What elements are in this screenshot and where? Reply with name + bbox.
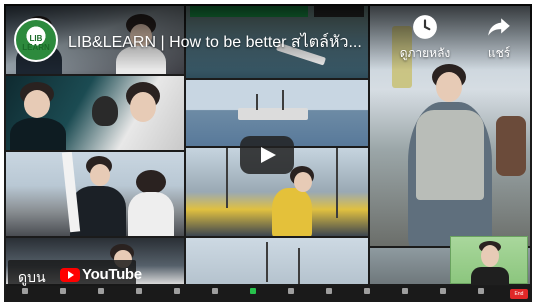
share-icon [488,18,510,36]
emoji-icon [402,288,408,294]
toolbar-item-support[interactable] [350,288,384,294]
video-title[interactable]: LIB&LEARN | How to be better สไตล์หัว... [68,30,388,55]
toolbar-item-video[interactable] [46,288,80,294]
chat-icon [212,288,218,294]
channel-avatar[interactable]: LIB LEARN [14,18,58,62]
play-button[interactable] [240,136,294,174]
video-player[interactable]: LIB LEARN LIB&LEARN | How to be better ส… [4,4,532,302]
toolbar-item-breakout-rooms[interactable] [312,288,346,294]
toolbar-item-more[interactable] [464,288,498,294]
video-tile [6,152,184,236]
youtube-wordmark: YouTube [82,266,142,283]
youtube-logo-icon [60,268,80,282]
poll-icon [174,288,180,294]
toolbar-item-security[interactable] [84,288,118,294]
end-meeting-button[interactable]: End [510,289,528,299]
toolbar-item-share-screen[interactable] [236,288,270,294]
video-tile [6,76,184,150]
toolbar-item-chat[interactable] [198,288,232,294]
support-icon [364,288,370,294]
record-icon [288,288,294,294]
microphone-icon [22,288,28,294]
play-icon [261,147,276,163]
video-camera-icon [60,288,66,294]
toolbar-item-apps[interactable] [426,288,460,294]
watch-later-button[interactable]: ดูภายหลัง [390,14,460,63]
toolbar-item-unmute[interactable] [8,288,42,294]
clock-icon [413,15,437,39]
share-label: แชร์ [487,46,511,60]
toolbar-item-reactions[interactable] [388,288,422,294]
rooms-icon [326,288,332,294]
more-icon [478,288,484,294]
video-tile [186,238,368,284]
zoom-toolbar: End [4,286,532,302]
self-view-tile [450,236,528,285]
share-button[interactable]: แชร์ [464,14,532,63]
toolbar-item-participants[interactable] [122,288,156,294]
channel-avatar-text: LIB LEARN [22,34,50,52]
share-screen-icon [250,288,256,294]
toolbar-item-record[interactable] [274,288,308,294]
apps-icon [440,288,446,294]
people-icon [136,288,142,294]
shield-icon [98,288,104,294]
toolbar-item-polls[interactable] [160,288,194,294]
watch-later-label: ดูภายหลัง [399,46,451,60]
